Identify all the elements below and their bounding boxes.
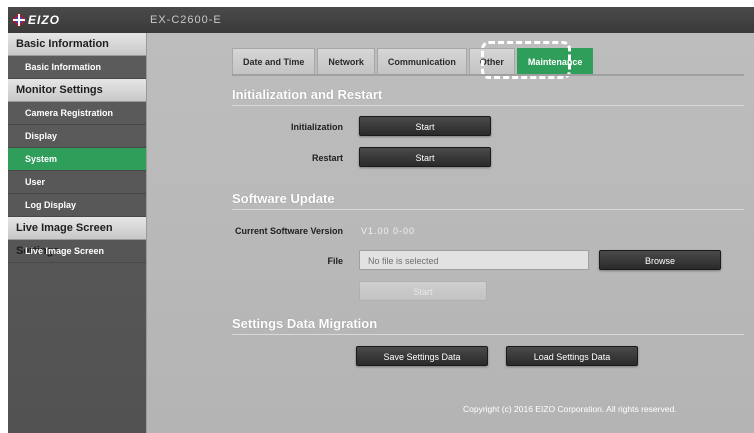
sidebar-item-basic-information[interactable]: Basic Information (8, 56, 146, 79)
file-input[interactable]: No file is selected (359, 250, 589, 270)
initialization-label: Initialization (290, 122, 343, 132)
file-label: File (327, 256, 343, 266)
current-software-version-value: V1.00 0-00 (361, 226, 416, 236)
sidebar-item-user[interactable]: User (8, 171, 146, 194)
browse-button[interactable]: Browse (599, 250, 721, 270)
app-window: EIZO EX-C2600-E Basic Information Basic … (8, 7, 754, 433)
tab-underline (232, 74, 744, 76)
save-settings-data-button[interactable]: Save Settings Data (356, 346, 488, 366)
section-title-settings-data-migration: Settings Data Migration (232, 316, 378, 331)
sidebar-item-system[interactable]: System (8, 148, 146, 171)
software-update-start-button[interactable]: Start (359, 281, 487, 301)
top-bar: EIZO EX-C2600-E (8, 7, 754, 33)
sidebar-section-basic-information[interactable]: Basic Information (8, 33, 146, 56)
section-divider (232, 334, 744, 335)
restart-label: Restart (311, 153, 343, 163)
section-divider (232, 105, 744, 106)
eizo-logo-icon (12, 13, 26, 27)
eizo-logo: EIZO (12, 11, 60, 29)
initialization-start-button[interactable]: Start (359, 116, 491, 136)
restart-start-button[interactable]: Start (359, 147, 491, 167)
sidebar-item-display[interactable]: Display (8, 125, 146, 148)
sidebar-section-live-image-screen-settings[interactable]: Live Image Screen Settings (8, 217, 146, 257)
copyright-text: Copyright (c) 2016 EIZO Corporation. All… (463, 404, 677, 414)
current-software-version-label: Current Software Version (234, 226, 343, 236)
sidebar-section-monitor-settings[interactable]: Monitor Settings (8, 79, 146, 102)
sidebar-item-log-display[interactable]: Log Display (8, 194, 146, 217)
tab-network[interactable]: Network (317, 48, 375, 74)
main-panel: Date and Time Network Communication Othe… (146, 33, 754, 433)
section-title-initialization: Initialization and Restart (232, 87, 383, 102)
section-title-software-update: Software Update (232, 191, 335, 206)
sidebar-item-live-image-screen[interactable]: Live Image Screen (8, 240, 146, 263)
logo-text: EIZO (28, 13, 61, 27)
tab-communication[interactable]: Communication (376, 48, 467, 74)
sidebar-item-camera-registration[interactable]: Camera Registration (8, 102, 146, 125)
device-name: EX-C2600-E (150, 14, 222, 26)
tab-date-and-time[interactable]: Date and Time (232, 48, 316, 74)
load-settings-data-button[interactable]: Load Settings Data (506, 346, 638, 366)
section-divider (232, 209, 744, 210)
sidebar: Basic Information Basic Information Moni… (8, 33, 146, 433)
